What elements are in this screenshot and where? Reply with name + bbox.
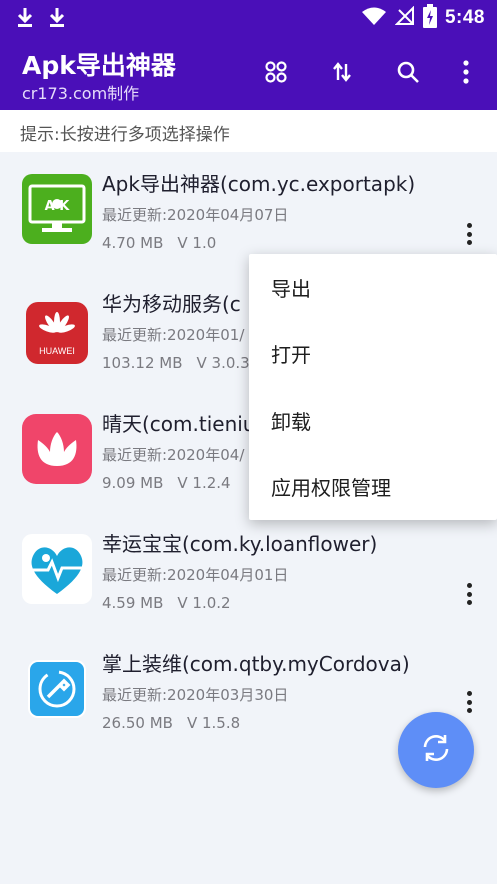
app-name: 掌上装维(com.qtby.myCordova) — [102, 652, 410, 676]
app-version: V 3.0.3. — [196, 354, 255, 372]
status-time: 5:48 — [444, 7, 485, 28]
app-meta: 26.50 MB V 1.5.8 — [102, 714, 254, 732]
status-bar: 5:48 — [0, 0, 497, 36]
grid-view-icon[interactable] — [262, 58, 290, 86]
huawei-icon: HUAWEI — [26, 302, 88, 364]
export-apk-icon: A K — [22, 174, 92, 244]
list-item[interactable]: 幸运宝宝(com.ky.loanflower) 最近更新:2020年04月01日… — [0, 512, 497, 632]
overflow-menu-icon[interactable] — [452, 58, 480, 86]
app-version: V 1.0.2 — [177, 594, 231, 612]
app-size: 4.70 MB — [102, 234, 164, 252]
app-updated: 最近更新:2020年01/ — [102, 326, 245, 344]
app-updated: 最近更新:2020年03月30日 — [102, 686, 289, 704]
app-name: 幸运宝宝(com.ky.loanflower) — [102, 532, 378, 556]
refresh-button[interactable] — [398, 712, 474, 788]
app-subtitle: cr173.com制作 — [22, 84, 140, 103]
menu-item-open[interactable]: 打开 — [249, 321, 497, 388]
lotus-icon — [22, 414, 92, 484]
app-meta: 103.12 MB V 3.0.3. — [102, 354, 268, 372]
more-options-icon[interactable] — [459, 688, 479, 716]
menu-item-uninstall[interactable]: 卸载 — [249, 387, 497, 454]
app-meta: 9.09 MB V 1.2.4 — [102, 474, 245, 492]
refresh-icon — [419, 731, 453, 769]
battery-charging-icon — [422, 4, 437, 32]
svg-text:HUAWEI: HUAWEI — [39, 346, 75, 356]
app-size: 4.59 MB — [102, 594, 164, 612]
app-name: 华为移动服务(c — [102, 292, 241, 316]
app-size: 9.09 MB — [102, 474, 164, 492]
no-signal-icon — [394, 5, 415, 30]
hint-text: 提示:长按进行多项选择操作 — [0, 110, 497, 152]
context-menu: 导出 打开 卸载 应用权限管理 — [249, 254, 497, 520]
app-bar: Apk导出神器 cr173.com制作 — [0, 36, 497, 110]
more-options-icon[interactable] — [459, 220, 479, 248]
download-icon — [16, 6, 34, 32]
heart-pulse-icon — [22, 534, 92, 604]
sort-icon[interactable] — [328, 58, 356, 86]
app-version: V 1.5.8 — [186, 714, 241, 732]
app-title: Apk导出神器 — [22, 51, 176, 80]
app-updated: 最近更新:2020年04月01日 — [102, 566, 289, 584]
download-icon — [48, 6, 66, 32]
wrench-icon — [28, 660, 86, 718]
app-updated: 最近更新:2020年04/ — [102, 446, 245, 464]
app-version: V 1.2.4 — [177, 474, 231, 492]
app-meta: 4.70 MB V 1.0 — [102, 234, 230, 252]
app-name: 晴天(com.tieniu — [102, 412, 256, 436]
app-version: V 1.0 — [177, 234, 217, 252]
more-options-icon[interactable] — [459, 580, 479, 608]
menu-item-permissions[interactable]: 应用权限管理 — [249, 454, 497, 521]
app-meta: 4.59 MB V 1.0.2 — [102, 594, 245, 612]
app-name: Apk导出神器(com.yc.exportapk) — [102, 172, 416, 196]
wifi-icon — [361, 6, 387, 30]
app-size: 26.50 MB — [102, 714, 173, 732]
search-icon[interactable] — [394, 58, 422, 86]
app-updated: 最近更新:2020年04月07日 — [102, 206, 289, 224]
app-size: 103.12 MB — [102, 354, 183, 372]
menu-item-export[interactable]: 导出 — [249, 254, 497, 321]
